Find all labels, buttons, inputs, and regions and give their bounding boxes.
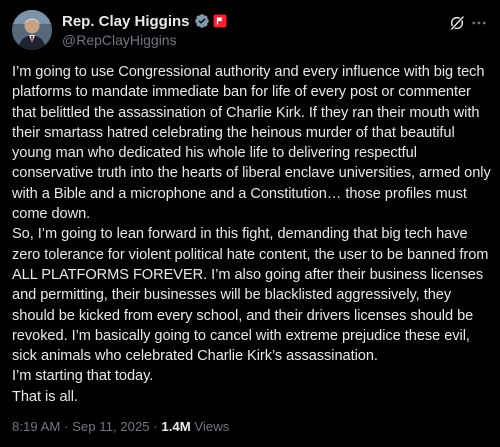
more-options-icon[interactable]	[470, 14, 488, 32]
post-date[interactable]: Sep 11, 2025	[72, 419, 149, 434]
meta-separator: ·	[64, 419, 69, 434]
name-row: Rep. Clay Higgins	[62, 12, 442, 30]
post-time[interactable]: 8:19 AM	[12, 419, 60, 434]
author-display-name[interactable]: Rep. Clay Higgins	[62, 13, 190, 30]
avatar[interactable]	[12, 10, 52, 50]
meta-separator: ·	[153, 419, 158, 434]
avatar-image	[12, 10, 52, 50]
author-handle[interactable]: @RepClayHiggins	[62, 32, 442, 48]
post-header: Rep. Clay Higgins @RepClayHiggins	[12, 10, 488, 52]
post: Rep. Clay Higgins @RepClayHiggins I’m go…	[0, 0, 500, 447]
views-count: 1.4M	[161, 419, 191, 434]
post-metadata: 8:19 AM · Sep 11, 2025 · 1.4M Views	[12, 419, 229, 434]
views-label: Views	[194, 419, 230, 434]
grok-icon[interactable]	[448, 14, 466, 32]
post-text: I’m going to use Congressional authority…	[12, 64, 491, 405]
author-info: Rep. Clay Higgins @RepClayHiggins	[62, 12, 442, 48]
red-flag-icon[interactable]	[213, 14, 227, 28]
verified-badge-icon[interactable]	[194, 13, 210, 29]
